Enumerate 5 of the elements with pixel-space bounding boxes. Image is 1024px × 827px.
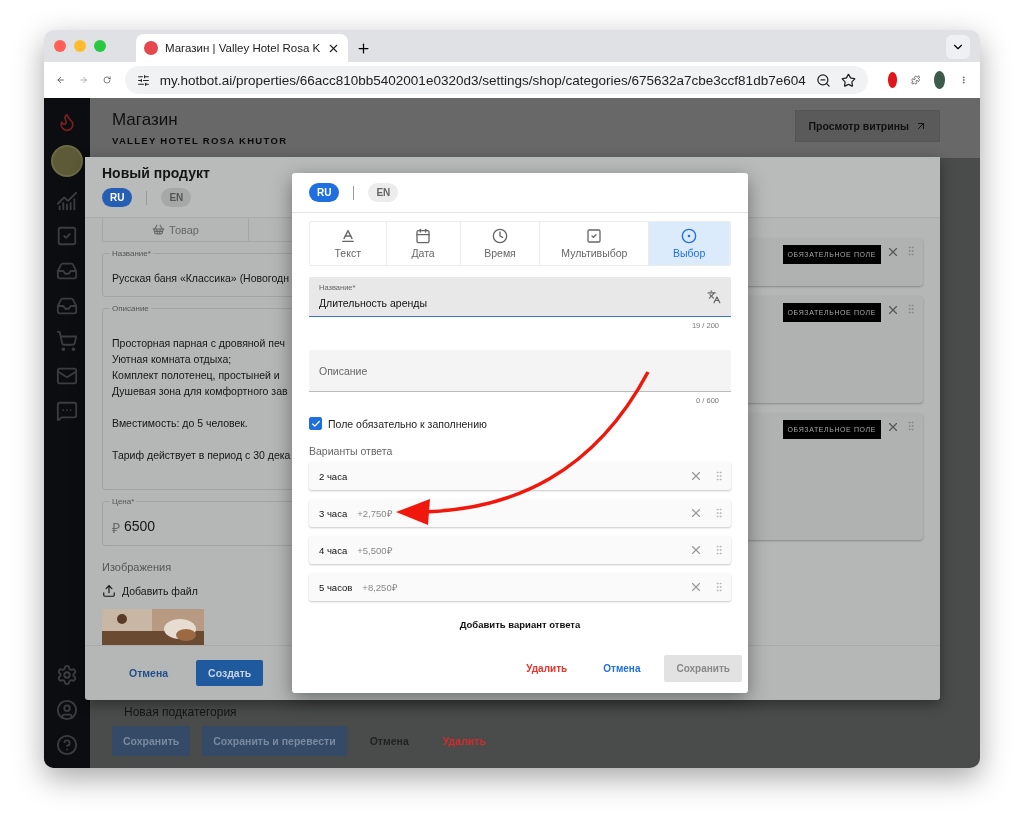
options-label: Варианты ответа: [309, 445, 394, 457]
images-label: Изображения: [102, 561, 173, 573]
modal-title: Новый продукт: [102, 165, 211, 181]
hotel-name: VALLEY HOTEL ROSA KHUTOR: [112, 135, 288, 146]
page-title: Магазин: [112, 110, 179, 130]
